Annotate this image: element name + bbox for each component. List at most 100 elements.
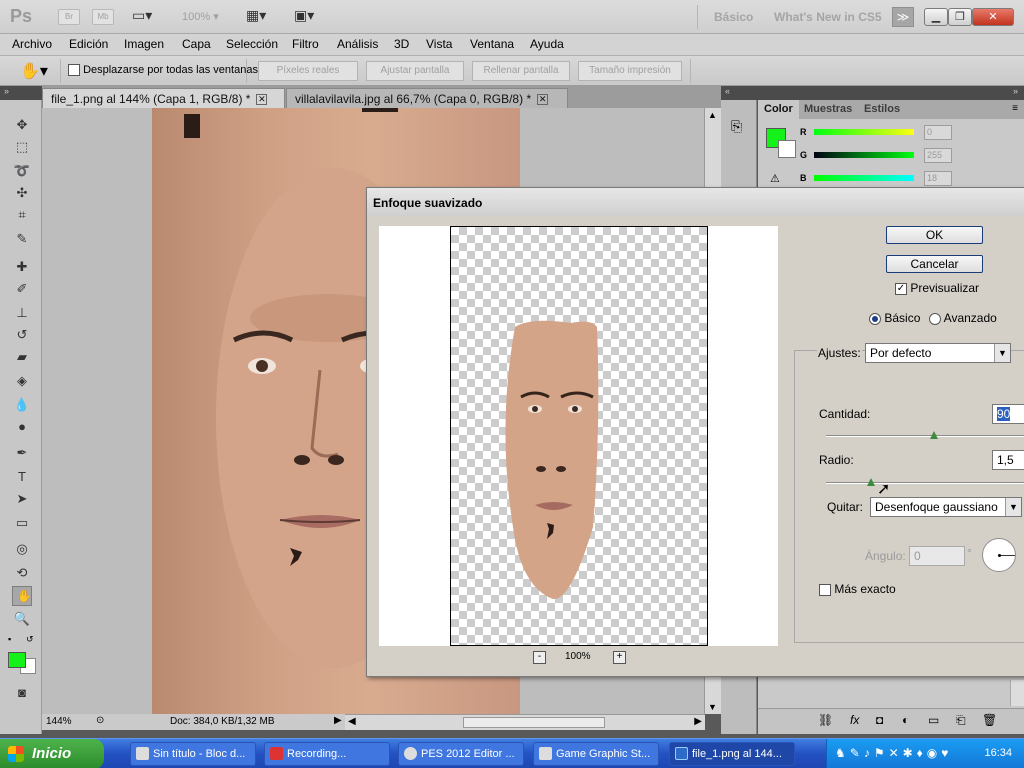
menu-archivo[interactable]: Archivo — [12, 37, 52, 51]
ok-button[interactable]: OK — [886, 226, 983, 244]
path-selection-tool-icon[interactable]: ➤ — [12, 490, 32, 508]
screen-mode-icon[interactable]: ▣▾ — [294, 7, 314, 24]
dock-expand-icon[interactable]: » — [1013, 86, 1018, 96]
menu-ventana[interactable]: Ventana — [470, 37, 514, 51]
scroll-left-icon[interactable]: ◀ — [348, 716, 356, 727]
dodge-tool-icon[interactable]: ● — [12, 418, 32, 436]
panel-background-swatch[interactable] — [778, 140, 796, 158]
menu-analisis[interactable]: Análisis — [337, 37, 378, 51]
preview-option[interactable]: ✓ Previsualizar — [895, 281, 979, 295]
crop-tool-icon[interactable]: ⌗ — [12, 206, 32, 224]
dock-collapse-icon[interactable]: « — [725, 86, 730, 96]
zoom-status[interactable]: 144% — [46, 716, 72, 727]
tray-icons[interactable]: ♞✎♪⚑✕✱♦◉♥ — [835, 746, 952, 760]
3d-orbit-tool-icon[interactable]: ⟲ — [12, 564, 32, 582]
lasso-tool-icon[interactable]: ➰ — [12, 162, 32, 180]
status-info-icon[interactable]: ⊙ — [96, 715, 104, 726]
advanced-radio[interactable] — [929, 312, 941, 325]
toolbox-collapse-icon[interactable]: » — [0, 86, 42, 100]
basic-radio[interactable] — [869, 312, 881, 325]
amount-slider-track[interactable] — [826, 435, 1024, 437]
paint-bucket-tool-icon[interactable]: ◈ — [12, 372, 32, 390]
view-extras-icon[interactable]: ▭▾ — [132, 7, 152, 24]
print-size-button[interactable]: Tamaño impresión — [578, 61, 682, 81]
new-layer-icon[interactable]: ⎗ — [956, 713, 966, 728]
link-layers-icon[interactable]: ⛓ — [818, 713, 833, 727]
scroll-thumb[interactable] — [463, 717, 605, 728]
fill-screen-button[interactable]: Rellenar pantalla — [472, 61, 570, 81]
panel-menu-icon[interactable]: ≡ — [1012, 103, 1018, 114]
zoom-in-button[interactable]: + — [613, 651, 626, 664]
eyedropper-tool-icon[interactable]: ✎ — [12, 230, 32, 248]
blue-slider[interactable] — [814, 175, 914, 181]
spot-healing-tool-icon[interactable]: ✚ — [12, 258, 32, 276]
hand-tool-icon[interactable]: ✋ — [12, 586, 32, 606]
zoom-out-button[interactable]: - — [533, 651, 546, 664]
clone-stamp-tool-icon[interactable]: ⊥ — [12, 304, 32, 322]
remove-dropdown[interactable]: Desenfoque gaussiano ▼ — [870, 497, 1022, 517]
foreground-color-swatch[interactable] — [8, 652, 26, 668]
basic-option[interactable]: Básico — [869, 311, 920, 325]
settings-dropdown[interactable]: Por defecto ▼ — [865, 343, 1011, 363]
red-value[interactable]: 0 — [924, 125, 952, 140]
radius-input[interactable]: 1,5 — [992, 450, 1024, 470]
eraser-tool-icon[interactable]: ▰ — [12, 348, 32, 366]
red-slider[interactable] — [814, 129, 914, 135]
scroll-right-icon[interactable]: ▶ — [694, 716, 702, 727]
advanced-option[interactable]: Avanzado — [929, 311, 997, 325]
blue-value[interactable]: 18 — [924, 171, 952, 186]
radius-slider-thumb[interactable] — [867, 478, 875, 486]
minimize-button[interactable]: ▁ — [924, 8, 948, 26]
cancel-button[interactable]: Cancelar — [886, 255, 983, 273]
history-brush-tool-icon[interactable]: ↺ — [12, 326, 32, 344]
preview-image[interactable] — [450, 226, 708, 646]
taskbar-item-notepad[interactable]: Sin título - Bloc d... — [130, 742, 256, 766]
menu-3d[interactable]: 3D — [394, 37, 409, 51]
taskbar-item-game-graphic[interactable]: Game Graphic St... — [533, 742, 659, 766]
history-panel-icon[interactable]: ⎘ — [731, 118, 742, 135]
move-tool-icon[interactable]: ✥ — [12, 116, 32, 134]
default-colors-icon[interactable]: ▪ — [8, 634, 11, 644]
workspace-basic[interactable]: Básico — [714, 10, 753, 24]
scroll-all-checkbox[interactable] — [68, 64, 80, 77]
blur-tool-icon[interactable]: 💧 — [12, 396, 32, 414]
arrange-documents-icon[interactable]: ▦▾ — [246, 7, 266, 24]
actual-pixels-button[interactable]: Píxeles reales — [258, 61, 358, 81]
more-accurate-option[interactable]: Más exacto — [819, 582, 896, 596]
layers-scrollbar[interactable] — [1010, 680, 1024, 706]
tab-villalavilavila[interactable]: villalavilavila.jpg al 66,7% (Capa 0, RG… — [286, 88, 568, 108]
zoom-tool-icon[interactable]: 🔍 — [12, 610, 32, 628]
layer-mask-icon[interactable]: ◘ — [876, 713, 883, 727]
horizontal-scrollbar[interactable]: ◀ ▶ — [345, 714, 705, 730]
dialog-title[interactable]: Enfoque suavizado — [367, 188, 1024, 216]
bridge-button[interactable]: Br — [58, 9, 80, 25]
start-button[interactable]: Inicio — [0, 739, 104, 768]
type-tool-icon[interactable]: T — [12, 468, 32, 486]
quick-selection-tool-icon[interactable]: ✣ — [12, 184, 32, 202]
preview-checkbox[interactable]: ✓ — [895, 282, 907, 295]
marquee-tool-icon[interactable]: ⬚ — [12, 138, 32, 156]
workspace-expand-button[interactable]: ≫ — [892, 7, 914, 27]
pen-tool-icon[interactable]: ✒ — [12, 444, 32, 462]
scroll-down-icon[interactable]: ▼ — [708, 702, 717, 712]
green-slider[interactable] — [814, 152, 914, 158]
taskbar-item-pes-editor[interactable]: PES 2012 Editor ... — [398, 742, 524, 766]
green-value[interactable]: 255 — [924, 148, 952, 163]
swap-colors-icon[interactable]: ↺ — [26, 634, 34, 645]
scroll-up-icon[interactable]: ▲ — [708, 110, 717, 120]
layer-style-icon[interactable]: fx — [850, 713, 859, 727]
mini-bridge-button[interactable]: Mb — [92, 9, 114, 25]
more-accurate-checkbox[interactable] — [819, 583, 831, 596]
tab-color[interactable]: Color — [758, 100, 799, 119]
delete-layer-icon[interactable]: 🗑 — [982, 713, 997, 727]
amount-input[interactable]: 90 — [992, 404, 1024, 424]
restore-button[interactable]: ❐ — [948, 8, 972, 26]
fit-screen-button[interactable]: Ajustar pantalla — [366, 61, 464, 81]
close-tab-icon[interactable]: ✕ — [537, 94, 549, 106]
taskbar-item-photoshop[interactable]: file_1.png al 144... — [669, 742, 795, 766]
menu-filtro[interactable]: Filtro — [292, 37, 319, 51]
3d-rotate-tool-icon[interactable]: ◎ — [12, 540, 32, 558]
taskbar-item-recording[interactable]: Recording... — [264, 742, 390, 766]
angle-dial[interactable] — [982, 538, 1016, 572]
menu-seleccion[interactable]: Selección — [226, 37, 278, 51]
